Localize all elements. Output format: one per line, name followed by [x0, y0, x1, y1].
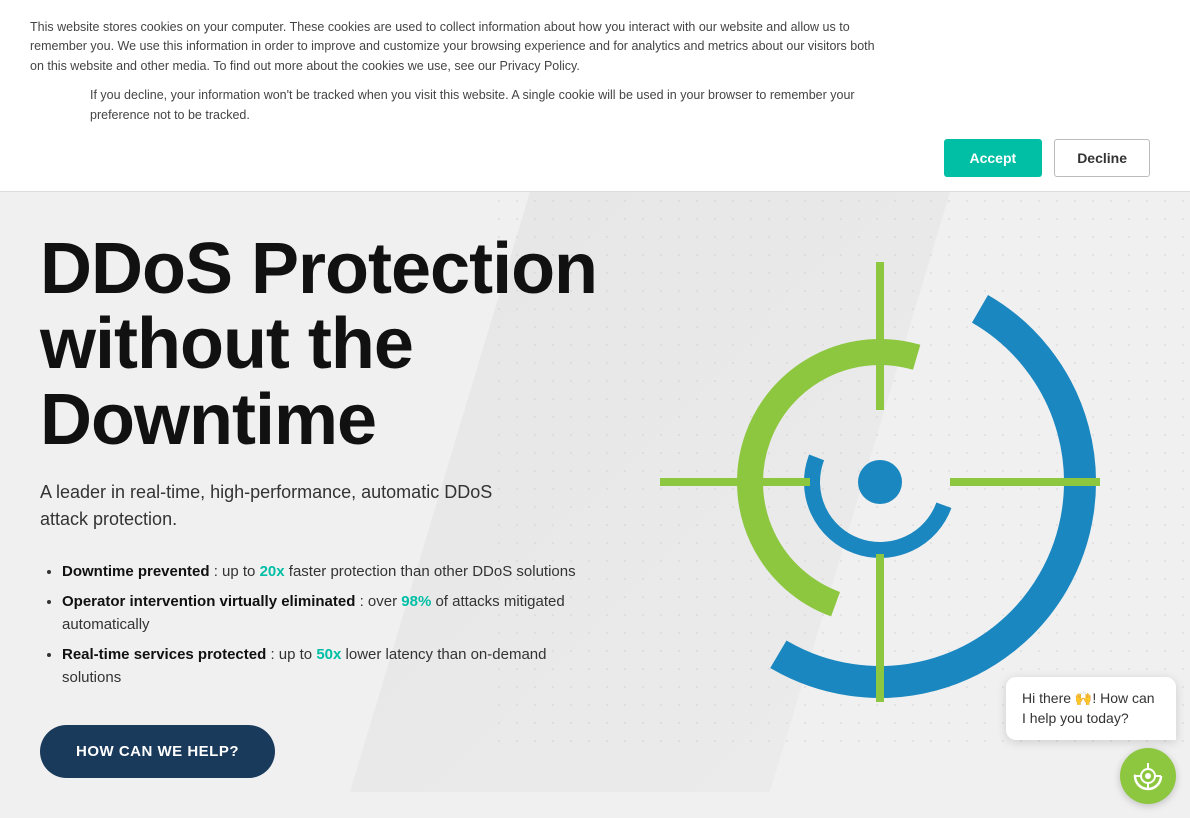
chat-bubble: Hi there 🙌! How can I help you today? [1006, 677, 1176, 740]
hero-bullets-list: Downtime prevented : up to 20x faster pr… [40, 561, 600, 690]
cookie-banner: This website stores cookies on your comp… [0, 0, 1190, 192]
bullet-downtime: Downtime prevented : up to 20x faster pr… [62, 561, 600, 584]
hero-title: DDoS Protection without the Downtime [40, 232, 600, 459]
cookie-buttons: Accept Decline [30, 139, 1160, 177]
chat-open-button[interactable] [1120, 748, 1176, 804]
how-can-we-help-button[interactable]: HOW CAN WE HELP? [40, 725, 275, 778]
bullet-operator-bold: Operator intervention virtually eliminat… [62, 593, 355, 610]
bullet-downtime-bold: Downtime prevented [62, 563, 210, 580]
decline-button[interactable]: Decline [1054, 139, 1150, 177]
bullet-operator: Operator intervention virtually eliminat… [62, 591, 600, 636]
bullet-realtime-bold: Real-time services protected [62, 646, 266, 663]
target-svg [660, 262, 1100, 702]
bullet-downtime-highlight: 20x [260, 563, 285, 580]
chat-widget: Hi there 🙌! How can I help you today? [1006, 677, 1176, 804]
hero-left-content: DDoS Protection without the Downtime A l… [0, 192, 600, 818]
cookie-main-text: This website stores cookies on your comp… [30, 18, 890, 76]
chat-icon [1133, 761, 1163, 791]
cookie-sub-text: If you decline, your information won't b… [90, 86, 890, 125]
hero-section: DDoS Protection without the Downtime A l… [0, 192, 1190, 818]
hero-subtitle: A leader in real-time, high-performance,… [40, 479, 520, 533]
bullet-realtime-highlight: 50x [316, 646, 341, 663]
hero-target-graphic [570, 212, 1190, 752]
bullet-realtime: Real-time services protected : up to 50x… [62, 644, 600, 689]
accept-button[interactable]: Accept [944, 139, 1043, 177]
bullet-operator-highlight: 98% [401, 593, 431, 610]
